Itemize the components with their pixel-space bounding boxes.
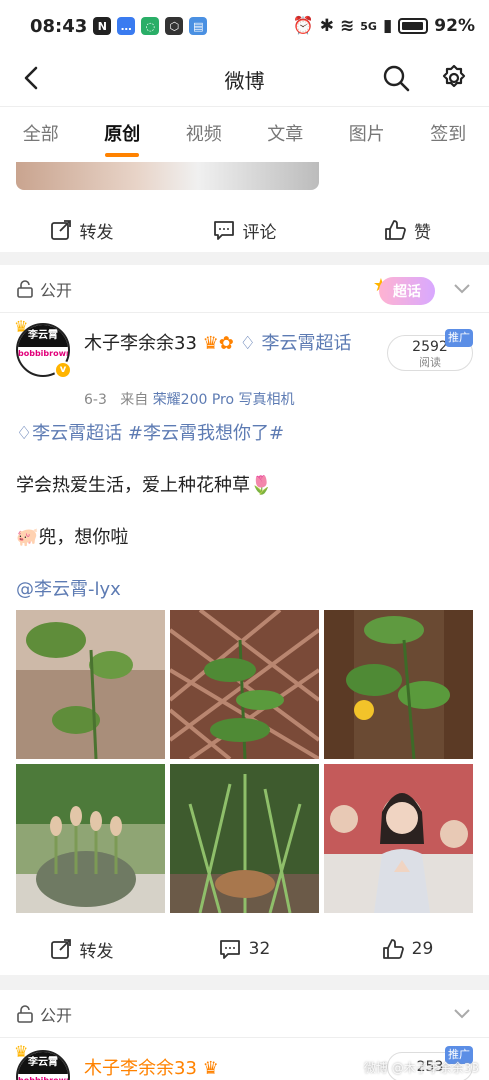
like-button[interactable]: 29 xyxy=(326,938,489,960)
watermark: 微博 @木子李余余33 xyxy=(363,1061,479,1075)
tab-all[interactable]: 全部 xyxy=(0,107,82,163)
visibility-label: 公开 xyxy=(40,1006,73,1025)
wechat-icon: ◌ xyxy=(141,17,160,35)
hashtags: ♢李云霄超话 #李云霄我想你了# xyxy=(16,419,284,445)
chevron-down-icon[interactable] xyxy=(451,1002,473,1024)
verified-badge: v xyxy=(54,361,72,379)
mention-link[interactable]: @李云霄-lyx xyxy=(16,575,121,601)
tab-checkin[interactable]: 签到 xyxy=(408,107,489,163)
tab-original[interactable]: 原创 xyxy=(82,107,164,163)
image-tile[interactable] xyxy=(170,610,319,759)
post-image[interactable] xyxy=(16,162,319,190)
tab-pictures[interactable]: 图片 xyxy=(326,107,408,163)
repost-button[interactable]: 转发 xyxy=(0,937,163,962)
repost-label: 转发 xyxy=(79,941,114,962)
tab-video[interactable]: 视频 xyxy=(163,107,245,163)
device-source[interactable]: 荣耀200 Pro 写真相机 xyxy=(153,392,295,408)
previous-post-card: 转发 评论 赞 xyxy=(0,162,489,252)
next-post-card: 公开 ♛ 李云霄 bobbibrown 木子李余余33 ♛ 253 推广 微博 … xyxy=(0,990,489,1080)
signal-icon: ▮ xyxy=(382,16,393,36)
comment-label: 评论 xyxy=(242,222,277,243)
avatar-brand: bobbibrown xyxy=(18,349,70,358)
status-time: 08:43 xyxy=(30,15,88,37)
calendar-icon: ▤ xyxy=(189,17,208,35)
read-label: 阅读 xyxy=(419,356,441,369)
lock-open-icon xyxy=(17,1005,33,1023)
comment-button[interactable]: 评论 xyxy=(163,218,326,243)
image-tile[interactable] xyxy=(324,610,473,759)
username[interactable]: 木子李余余33 xyxy=(84,333,197,354)
wifi-icon: ≋ xyxy=(340,16,355,36)
chao-link[interactable]: 李云霄超话 xyxy=(261,333,351,354)
comment-icon xyxy=(219,940,240,959)
network-type: 5G xyxy=(360,19,377,33)
avatar-text: 李云霄 xyxy=(18,1052,68,1074)
thumbs-up-icon xyxy=(385,220,406,240)
post-meta: 6-3 来自 荣耀200 Pro 写真相机 xyxy=(84,389,295,409)
status-bar: 08:43 N … ◌ ⬡ ▤ ⏰ ✱ ≋ 5G ▮ 92% xyxy=(0,0,489,52)
visibility-row: 公开 xyxy=(16,277,72,301)
message-icon: … xyxy=(117,17,136,35)
repost-icon xyxy=(50,220,71,240)
divider xyxy=(0,1037,489,1038)
post-text-line: 🐖兜，想你啦 xyxy=(16,527,129,548)
gear-icon[interactable] xyxy=(439,63,469,93)
image-tile[interactable] xyxy=(324,764,473,913)
username[interactable]: 木子李余余33 ♛ xyxy=(84,1054,219,1080)
comment-icon xyxy=(213,221,234,240)
divider xyxy=(0,312,489,313)
alarm-icon: ⏰ xyxy=(292,16,314,36)
hashtag-links[interactable]: 李云霄超话 #李云霄我想你了# xyxy=(32,423,284,444)
page-title: 微博 xyxy=(224,68,265,93)
like-button[interactable]: 赞 xyxy=(326,218,489,243)
like-count: 29 xyxy=(411,939,434,959)
comment-button[interactable]: 32 xyxy=(163,938,326,960)
image-tile[interactable] xyxy=(16,610,165,759)
battery-icon xyxy=(398,18,429,34)
username-row: 木子李余余33 ♛✿ ♢ 李云霄超话 xyxy=(84,331,374,357)
back-icon[interactable] xyxy=(16,62,48,94)
repost-label: 转发 xyxy=(79,222,114,243)
diamond-icon: ♢ xyxy=(16,423,33,444)
post-date: 6-3 xyxy=(84,392,107,408)
battery-level: 92% xyxy=(434,16,475,36)
title-bar: 微博 xyxy=(0,52,489,106)
post-actions: 转发 32 29 xyxy=(0,925,489,973)
image-tile[interactable] xyxy=(16,764,165,913)
thumbs-up-icon xyxy=(382,939,404,959)
app-icon: ⬡ xyxy=(165,17,184,35)
comment-count: 32 xyxy=(248,939,271,959)
visibility-label: 公开 xyxy=(40,281,73,300)
post-text-line: 学会热爱生活，爱上种花种草🌷 xyxy=(16,475,273,496)
diamond-icon: ♢ xyxy=(239,333,256,354)
chevron-down-icon[interactable] xyxy=(451,277,473,299)
vip-icon: ♛✿ xyxy=(202,333,234,354)
lock-open-icon xyxy=(17,280,33,298)
visibility-row: 公开 xyxy=(16,1002,72,1026)
username-text: 木子李余余33 xyxy=(84,1058,197,1079)
search-icon[interactable] xyxy=(381,63,411,93)
tab-bar: 全部 原创 视频 文章 图片 签到 xyxy=(0,106,489,162)
like-label: 赞 xyxy=(414,222,431,243)
promote-badge[interactable]: 推广 xyxy=(445,329,473,347)
source-prefix: 来自 xyxy=(120,392,149,408)
tab-article[interactable]: 文章 xyxy=(245,107,327,163)
vip-icon: ♛ xyxy=(202,1058,219,1079)
image-tile[interactable] xyxy=(170,764,319,913)
avatar-text: 李云霄 xyxy=(18,325,68,347)
avatar[interactable]: 李云霄 bobbibrown xyxy=(16,1050,70,1080)
post-actions: 转发 评论 赞 xyxy=(0,206,489,254)
nfc-icon: N xyxy=(93,17,112,35)
avatar-brand: bobbibrown xyxy=(18,1076,68,1080)
bluetooth-icon: ✱ xyxy=(319,16,334,36)
repost-button[interactable]: 转发 xyxy=(0,218,163,243)
post-card: 公开 ★ 超话 ♛ 李云霄 bobbibrown v 木子李余余33 ♛✿ ♢ … xyxy=(0,265,489,975)
chao-badge[interactable]: 超话 xyxy=(379,277,435,305)
repost-icon xyxy=(50,939,71,959)
